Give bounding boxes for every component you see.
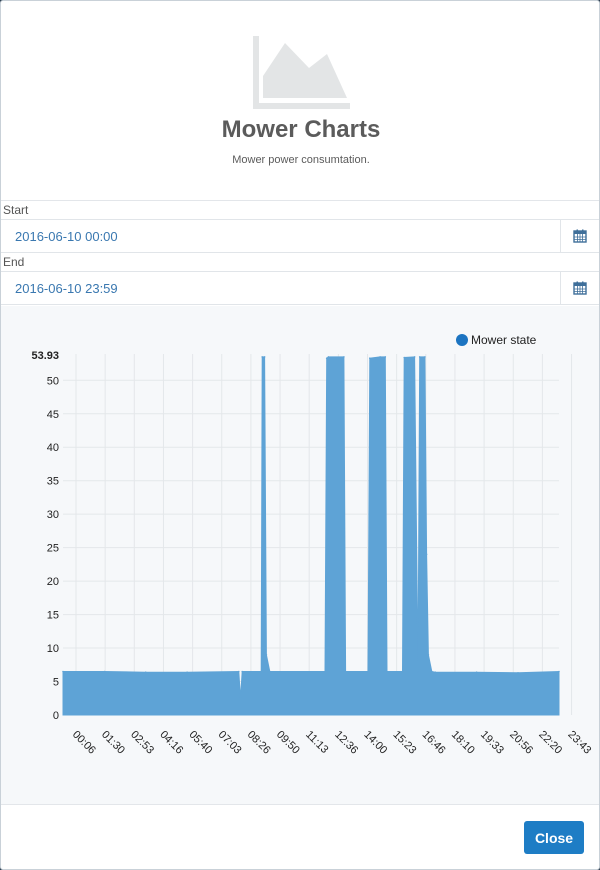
x-tick-label: 05:40 xyxy=(186,729,214,757)
data-point xyxy=(417,670,419,673)
data-point xyxy=(369,357,371,359)
start-label: Start xyxy=(3,203,29,217)
start-calendar-button[interactable] xyxy=(560,220,599,252)
data-point xyxy=(384,356,387,358)
data-point xyxy=(324,670,326,673)
data-point xyxy=(239,697,242,700)
data-point xyxy=(327,356,330,358)
power-chart: 0 5 10 15 20 25 30 35 40 45 50 53.93 00:06 01:30 02:53… xyxy=(31,333,593,757)
data-point xyxy=(344,670,347,673)
close-button[interactable]: Close xyxy=(524,821,584,854)
data-point xyxy=(238,670,240,673)
mower-charts-dialog: Mower Charts Mower power consumtation. S… xyxy=(0,0,600,870)
y-tick-label: 15 xyxy=(47,610,59,622)
y-tick-label: 45 xyxy=(47,409,59,421)
start-date-field[interactable]: 2016-06-10 00:00 xyxy=(1,219,599,253)
y-tick-label: 5 xyxy=(53,677,59,689)
x-tick-label: 02:53 xyxy=(128,729,156,757)
y-tick-label: 35 xyxy=(47,476,59,488)
x-tick-label: 01:30 xyxy=(99,729,127,757)
data-point xyxy=(434,671,437,673)
start-date-value[interactable]: 2016-06-10 00:00 xyxy=(15,229,118,244)
data-point xyxy=(517,672,519,674)
data-point xyxy=(475,671,478,673)
x-tick-label: 09:50 xyxy=(274,729,302,757)
y-tick-label: 10 xyxy=(47,643,59,655)
x-tick-label: 19:33 xyxy=(478,729,506,757)
data-point xyxy=(413,356,416,358)
dialog-title: Mower Charts xyxy=(221,116,381,143)
x-tick-label: 18:10 xyxy=(449,729,477,757)
x-tick-label: 08:26 xyxy=(245,729,273,757)
data-point xyxy=(418,356,421,358)
x-tick-label: 15:23 xyxy=(391,729,419,757)
data-point xyxy=(144,671,147,673)
data-point xyxy=(62,670,64,673)
dialog-subtitle: Mower power consumtation. xyxy=(232,154,370,166)
data-point xyxy=(103,670,106,673)
y-tick-label: 30 xyxy=(47,509,59,521)
x-tick-label: 12:36 xyxy=(332,729,360,757)
data-point xyxy=(241,670,243,673)
x-tick-label: 16:46 xyxy=(420,729,448,757)
y-tick-label: 20 xyxy=(47,576,59,588)
y-tick-label: 25 xyxy=(47,543,59,555)
x-tick-label: 23:43 xyxy=(565,729,593,757)
x-tick-label: 04:16 xyxy=(157,729,185,757)
x-tick-label: 20:56 xyxy=(507,729,535,757)
y-tick-label: 0 xyxy=(53,710,59,722)
data-point xyxy=(261,356,264,358)
data-point xyxy=(265,654,268,656)
end-date-field[interactable]: 2016-06-10 23:59 xyxy=(1,271,599,305)
legend-label: Mower state xyxy=(471,333,537,347)
data-point xyxy=(367,670,369,673)
y-tick-label: 40 xyxy=(47,442,59,454)
x-tick-label: 22:20 xyxy=(536,729,564,757)
data-point xyxy=(325,357,328,359)
y-tick-label: 50 xyxy=(47,375,59,387)
footer-divider xyxy=(1,804,599,805)
end-label: End xyxy=(3,255,25,269)
y-max-label: 53.93 xyxy=(31,350,59,362)
x-tick-label: 14:00 xyxy=(361,729,389,757)
data-point xyxy=(186,671,188,673)
header-divider xyxy=(1,200,599,201)
legend-marker xyxy=(456,334,468,346)
data-point xyxy=(386,670,388,673)
data-point xyxy=(431,670,433,673)
data-point xyxy=(403,356,406,359)
end-date-value[interactable]: 2016-06-10 23:59 xyxy=(15,281,118,296)
x-tick-label: 07:03 xyxy=(216,729,244,757)
data-point xyxy=(379,356,381,358)
data-point xyxy=(424,356,426,358)
end-calendar-button[interactable] xyxy=(560,272,599,304)
calendar-icon xyxy=(573,229,587,243)
chart-panel: 0 5 10 15 20 25 30 35 40 45 50 53.93 00:06 01:30 02:53… xyxy=(1,306,599,804)
data-point xyxy=(401,670,404,673)
data-point xyxy=(558,670,560,673)
data-point xyxy=(427,654,430,656)
x-tick-label: 11:13 xyxy=(303,729,330,756)
calendar-icon xyxy=(573,281,587,295)
data-point xyxy=(343,356,345,358)
data-point xyxy=(269,670,271,673)
data-point xyxy=(263,356,266,358)
x-tick-label: 00:06 xyxy=(70,729,98,757)
area-chart-icon xyxy=(253,36,350,109)
data-point xyxy=(425,553,428,556)
data-point xyxy=(260,670,263,673)
